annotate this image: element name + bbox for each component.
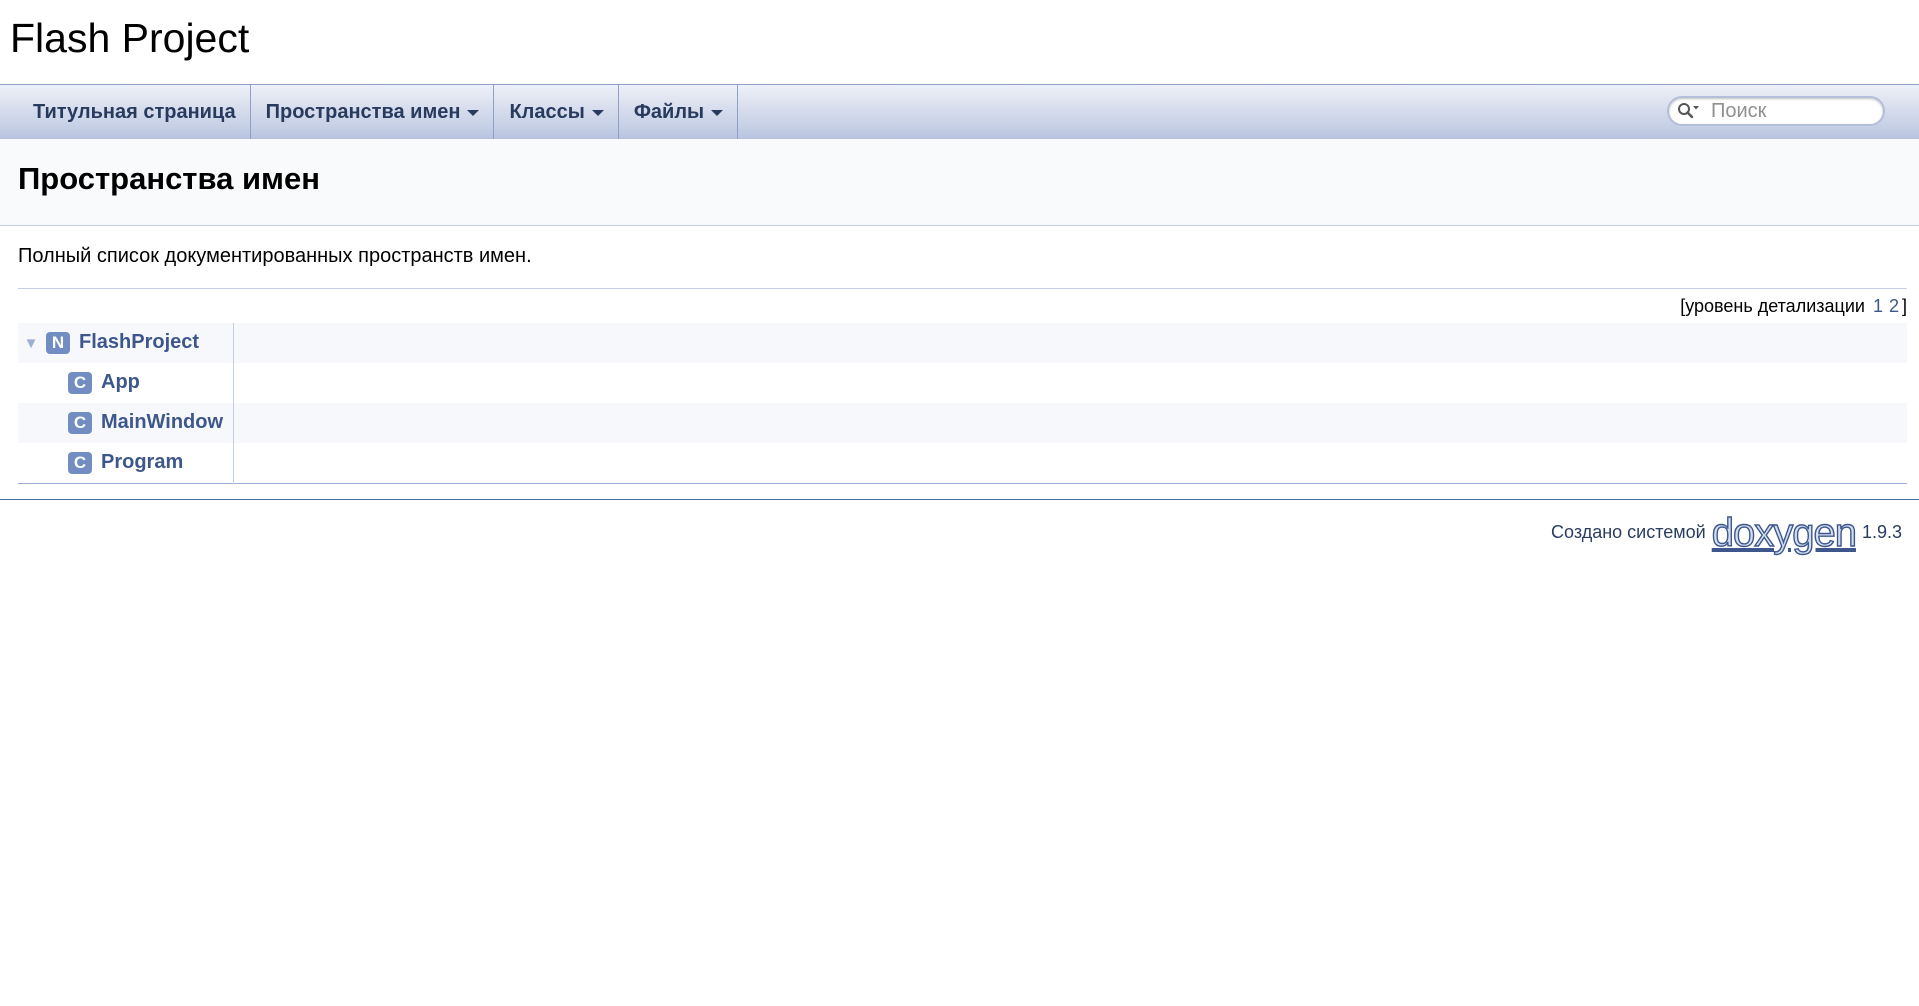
doxygen-logo-link[interactable]: doxygen (1711, 511, 1858, 554)
nav-item-label: Пространства имен (265, 100, 461, 123)
generated-by-text: Создано системой (1551, 522, 1706, 542)
project-name: Flash Project (10, 15, 250, 61)
search-icon[interactable] (1677, 101, 1707, 121)
title-area: Flash Project (0, 0, 1919, 84)
nav-item-label: Титульная страница (33, 100, 236, 123)
footer-divider (0, 498, 1919, 500)
caret-down-icon (467, 110, 480, 116)
class-icon: C (68, 372, 92, 395)
tree-desc (233, 363, 1907, 403)
main-nav: Титульная страница Пространства имен Кла… (0, 84, 1919, 139)
nav-menu: Титульная страница Пространства имен Кла… (18, 85, 739, 139)
class-link-mainwindow[interactable]: MainWindow (101, 412, 223, 434)
class-icon: C (68, 451, 92, 474)
table-row: C App (18, 363, 1907, 403)
namespace-tree: ▼ N FlashProject C App C MainWindow C Program (18, 323, 1907, 484)
doxygen-version: 1.9.3 (1861, 522, 1902, 542)
caret-down-icon (591, 110, 604, 116)
levels-label: уровень детализации (1685, 296, 1865, 316)
detail-levels: [уровень детализации 1 2] (18, 289, 1907, 323)
expand-arrow-icon[interactable]: ▼ (20, 335, 42, 352)
namespace-link[interactable]: FlashProject (79, 332, 199, 354)
table-row: C MainWindow (18, 403, 1907, 443)
tree-entry: C MainWindow (18, 403, 234, 443)
footer: Создано системой doxygen 1.9.3 (0, 508, 1919, 558)
tree-desc (233, 403, 1907, 443)
tree-entry: ▼ N FlashProject (18, 323, 234, 363)
table-row: C Program (18, 443, 1907, 483)
class-link-app[interactable]: App (101, 372, 140, 394)
nav-item-namespaces[interactable]: Пространства имен (251, 85, 495, 139)
level-2-link[interactable]: 2 (1889, 296, 1899, 316)
search-input[interactable] (1707, 99, 1867, 123)
tree-desc (233, 323, 1907, 363)
namespace-icon: N (46, 332, 70, 355)
nav-item-classes[interactable]: Классы (494, 85, 619, 139)
tree-entry: C App (18, 363, 234, 403)
level-1-link[interactable]: 1 (1873, 296, 1883, 316)
page-header: Пространства имен (0, 139, 1919, 226)
contents: Полный список документированных простран… (0, 226, 1919, 484)
class-link-program[interactable]: Program (101, 451, 183, 473)
nav-item-main-page[interactable]: Титульная страница (18, 85, 251, 139)
class-icon: C (68, 412, 92, 435)
caret-down-icon (711, 110, 724, 116)
search-box (1667, 96, 1885, 126)
nav-item-label: Файлы (633, 100, 705, 123)
levels-close-bracket: ] (1901, 296, 1907, 316)
nav-item-label: Классы (509, 100, 585, 123)
tree-desc (233, 443, 1907, 483)
page-description: Полный список документированных простран… (18, 226, 1907, 289)
nav-item-files[interactable]: Файлы (619, 85, 739, 139)
tree-entry: C Program (18, 443, 234, 483)
page-title: Пространства имен (18, 161, 320, 196)
table-row: ▼ N FlashProject (18, 323, 1907, 363)
